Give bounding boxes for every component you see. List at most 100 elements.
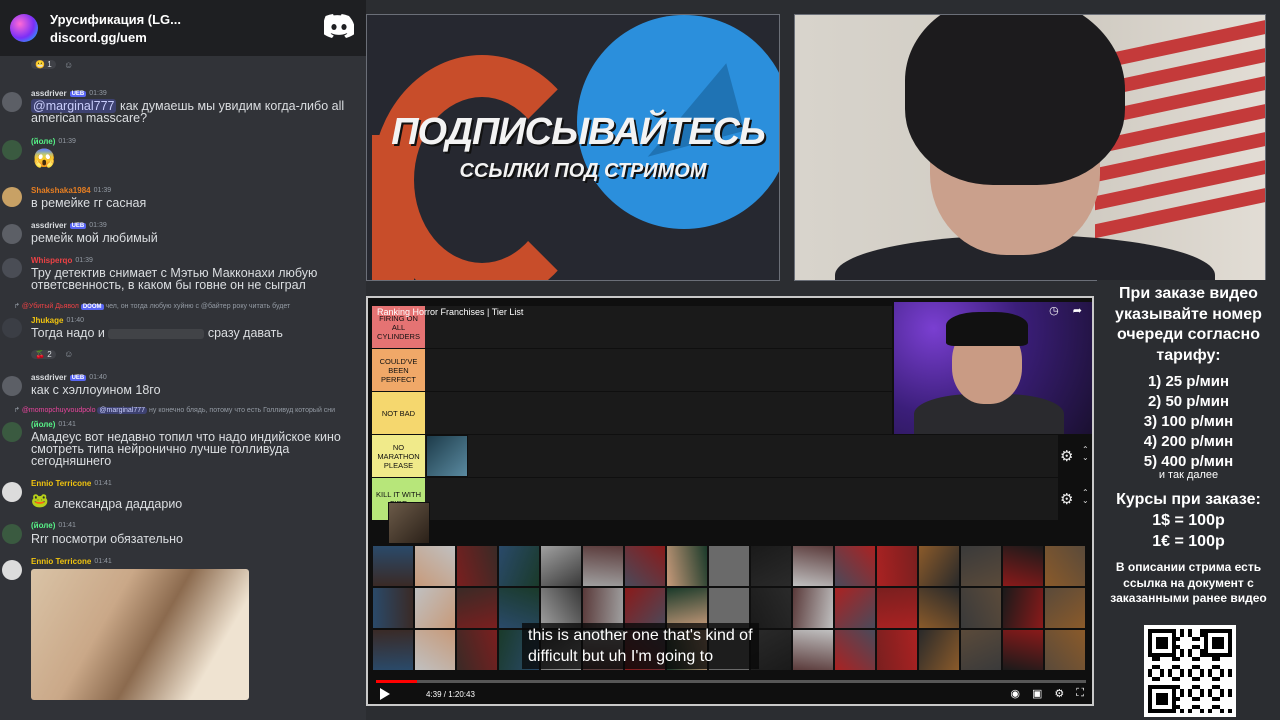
play-icon[interactable]: [380, 688, 390, 700]
username[interactable]: assdriver: [31, 221, 67, 230]
spoiler-block[interactable]: [108, 328, 205, 339]
reply-preview[interactable]: ↱ @Убитый Дьявол DOOM чел, он тогда любу…: [14, 302, 366, 310]
unranked-franchise-thumbnail[interactable]: [414, 587, 456, 629]
reaction-pill[interactable]: 🍒 2: [31, 350, 56, 359]
video-player[interactable]: FIRING ON ALL CYLINDERS COULD'VE BEEN PER…: [366, 296, 1094, 706]
chat-header: Урусификация (LG... discord.gg/uem: [0, 0, 366, 56]
unranked-franchise-thumbnail[interactable]: [1044, 629, 1086, 671]
tier-dropzone[interactable]: [425, 435, 1058, 477]
unranked-franchise-thumbnail[interactable]: [372, 587, 414, 629]
username[interactable]: Whisperqo: [31, 256, 72, 265]
unranked-franchise-thumbnail[interactable]: [834, 587, 876, 629]
username[interactable]: (йоле): [31, 137, 55, 146]
row-move-arrows-icon[interactable]: ⌃ ⌄: [1082, 489, 1089, 505]
avatar[interactable]: [2, 318, 22, 338]
username[interactable]: Jhukage: [31, 316, 63, 325]
unranked-franchise-thumbnail[interactable]: [876, 629, 918, 671]
unranked-franchise-thumbnail[interactable]: [918, 545, 960, 587]
tier-label[interactable]: COULD'VE BEEN PERFECT: [372, 349, 425, 391]
unranked-franchise-thumbnail[interactable]: [1002, 629, 1044, 671]
unranked-franchise-thumbnail[interactable]: [918, 587, 960, 629]
unranked-franchise-thumbnail[interactable]: [624, 545, 666, 587]
avatar[interactable]: [2, 560, 22, 580]
avatar[interactable]: [2, 376, 22, 396]
tier-row: KILL IT WITH FIRE: [372, 478, 1058, 544]
unranked-franchise-thumbnail[interactable]: [834, 545, 876, 587]
unranked-franchise-thumbnail[interactable]: [456, 629, 498, 671]
unranked-franchise-thumbnail[interactable]: [960, 545, 1002, 587]
currency-rates: 1$ = 100р 1€ = 100р: [1097, 511, 1280, 552]
avatar[interactable]: [2, 187, 22, 207]
chat-image-attachment[interactable]: [31, 569, 249, 700]
fullscreen-icon[interactable]: ⛶: [1076, 687, 1084, 700]
reaction-pill[interactable]: 😬 1: [31, 60, 56, 69]
unranked-franchise-thumbnail[interactable]: [876, 545, 918, 587]
avatar[interactable]: [2, 422, 22, 442]
unranked-franchise-thumbnail[interactable]: [1002, 545, 1044, 587]
avatar[interactable]: [2, 140, 22, 160]
unranked-franchise-thumbnail[interactable]: [666, 545, 708, 587]
add-reaction-icon[interactable]: ☺: [64, 60, 73, 70]
reply-preview[interactable]: ↱ @momopchuyvoudpolo @marginal777 ну кон…: [14, 406, 366, 414]
gear-icon[interactable]: ⚙: [1060, 447, 1073, 465]
tier-label[interactable]: NO MARATHON PLEASE: [372, 435, 425, 477]
tier-label[interactable]: NOT BAD: [372, 392, 425, 434]
unranked-franchise-thumbnail[interactable]: [1044, 587, 1086, 629]
unranked-franchise-thumbnail[interactable]: [792, 545, 834, 587]
video-title[interactable]: Ranking Horror Franchises | Tier List: [377, 307, 523, 317]
avatar[interactable]: [2, 482, 22, 502]
unranked-franchise-thumbnail[interactable]: [1044, 545, 1086, 587]
tier-dropzone[interactable]: [425, 478, 1058, 520]
unranked-franchise-thumbnail[interactable]: [414, 629, 456, 671]
settings-icon[interactable]: ⚙: [1054, 687, 1064, 700]
unranked-franchise-thumbnail[interactable]: [876, 587, 918, 629]
unranked-franchise-thumbnail[interactable]: [918, 629, 960, 671]
progress-bar[interactable]: [376, 680, 1086, 683]
unranked-franchise-thumbnail[interactable]: [792, 629, 834, 671]
ranked-franchise-thumbnail[interactable]: [426, 435, 468, 477]
unranked-franchise-thumbnail[interactable]: [960, 587, 1002, 629]
unranked-franchise-thumbnail[interactable]: [372, 629, 414, 671]
avatar[interactable]: [2, 224, 22, 244]
unranked-franchise-thumbnail[interactable]: [708, 545, 750, 587]
mention: @marginal777: [97, 407, 148, 414]
gear-icon[interactable]: ⚙: [1060, 490, 1073, 508]
username[interactable]: assdriver: [31, 373, 67, 382]
unranked-franchise-thumbnail[interactable]: [582, 545, 624, 587]
row-move-arrows-icon[interactable]: ⌃ ⌄: [1082, 446, 1089, 462]
avatar[interactable]: [2, 524, 22, 544]
unranked-franchise-thumbnail[interactable]: [414, 545, 456, 587]
captions-icon[interactable]: ▣: [1032, 687, 1042, 700]
avatar[interactable]: [2, 92, 22, 112]
avatar[interactable]: [2, 258, 22, 278]
autoplay-toggle-icon[interactable]: ◉: [1010, 687, 1020, 700]
username[interactable]: (йоле): [31, 521, 55, 530]
unranked-franchise-thumbnail[interactable]: [456, 587, 498, 629]
unranked-franchise-thumbnail[interactable]: [498, 545, 540, 587]
watch-later-icon[interactable]: ◷: [1049, 304, 1059, 317]
caption-line: this is another one that's kind of: [528, 627, 753, 644]
username[interactable]: (йоле): [31, 420, 55, 429]
server-invite[interactable]: discord.gg/uem: [50, 30, 181, 45]
dragged-franchise-thumbnail[interactable]: [388, 502, 430, 544]
unranked-franchise-thumbnail[interactable]: [372, 545, 414, 587]
discord-logo-icon: [324, 14, 354, 38]
username[interactable]: Shakshaka1984: [31, 186, 91, 195]
share-icon[interactable]: ➦: [1073, 304, 1082, 317]
username[interactable]: assdriver: [31, 89, 67, 98]
unranked-franchise-thumbnail[interactable]: [960, 629, 1002, 671]
unranked-franchise-thumbnail[interactable]: [750, 545, 792, 587]
server-icon[interactable]: [10, 14, 38, 42]
tier-dropzone[interactable]: [425, 349, 892, 391]
tier-dropzone[interactable]: [425, 392, 892, 434]
server-name: Урусификация (LG...: [50, 11, 181, 27]
unranked-franchise-thumbnail[interactable]: [834, 629, 876, 671]
unranked-franchise-thumbnail[interactable]: [540, 545, 582, 587]
unranked-franchise-thumbnail[interactable]: [792, 587, 834, 629]
unranked-franchise-thumbnail[interactable]: [1002, 587, 1044, 629]
add-reaction-icon[interactable]: ☺: [64, 349, 73, 359]
username[interactable]: Ennio Terricone: [31, 557, 91, 566]
username[interactable]: Ennio Terricone: [31, 479, 91, 488]
unranked-franchise-thumbnail[interactable]: [456, 545, 498, 587]
qr-code[interactable]: [1144, 625, 1236, 717]
